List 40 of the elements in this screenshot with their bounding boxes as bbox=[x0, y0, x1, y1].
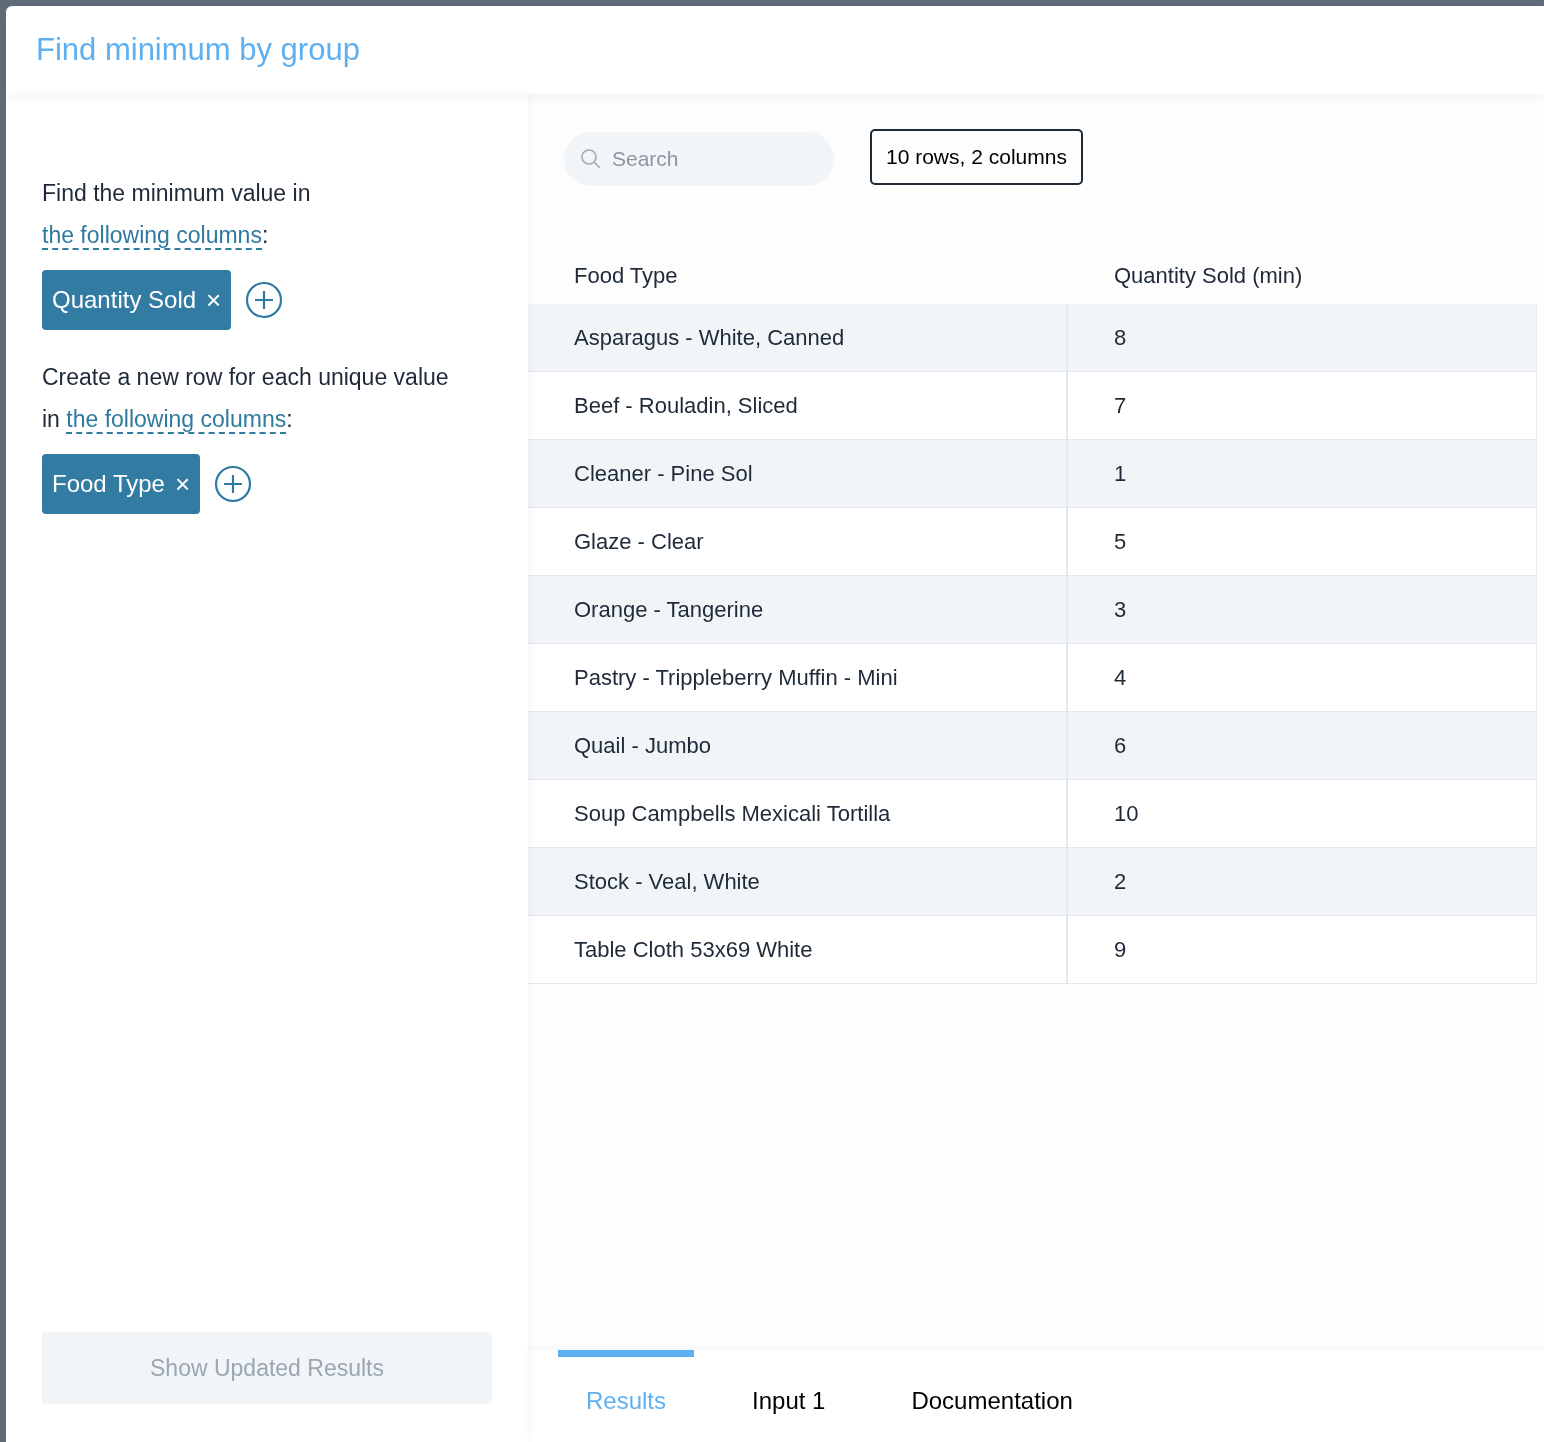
chip-label: Quantity Sold bbox=[52, 285, 197, 315]
table-cell-text: Pastry - Trippleberry Muffin - Mini bbox=[574, 664, 898, 692]
chip-label: Food Type bbox=[52, 469, 165, 499]
instruction-text: Create a new row for each unique value in the following columns: bbox=[42, 363, 450, 436]
columns-link[interactable]: the following columns bbox=[66, 406, 287, 434]
remove-chip-button[interactable]: × bbox=[206, 280, 222, 320]
column-chip[interactable]: Quantity Sold × bbox=[42, 270, 232, 330]
table-cell-text: Table Cloth 53x69 White bbox=[574, 936, 813, 964]
table-cell-text: Stock - Veal, White bbox=[574, 868, 760, 896]
table-cell-text: Cleaner - Pine Sol bbox=[574, 460, 753, 488]
table-cell-text: 7 bbox=[1114, 392, 1127, 420]
table-cell-text: Soup Campbells Mexicali Tortilla bbox=[574, 800, 891, 828]
table-cell-text: 2 bbox=[1114, 868, 1127, 896]
columns-link[interactable]: the following columns bbox=[42, 222, 262, 250]
view-tab[interactable]: Documentation bbox=[883, 1350, 1101, 1442]
column-header: Quantity Sold (min) bbox=[1114, 262, 1303, 288]
column-chip[interactable]: Food Type × bbox=[42, 454, 201, 514]
table-cell-text: Asparagus - White, Canned bbox=[574, 324, 845, 352]
column-header: Food Type bbox=[574, 262, 678, 288]
table-summary: 10 rows, 2 columns bbox=[870, 129, 1083, 185]
add-icon[interactable] bbox=[245, 281, 284, 319]
table-cell-text: 10 bbox=[1114, 800, 1139, 828]
table-cell-text: 1 bbox=[1114, 460, 1127, 488]
view-tab[interactable]: Input 1 bbox=[724, 1350, 854, 1442]
instruction-text: Find the minimum value in the following columns: bbox=[42, 179, 312, 252]
table-cell-text: 4 bbox=[1114, 664, 1127, 692]
table-cell-text: Quail - Jumbo bbox=[574, 732, 711, 760]
search-field[interactable]: Search bbox=[564, 132, 834, 186]
table-cell-text: 6 bbox=[1114, 732, 1127, 760]
add-icon[interactable] bbox=[214, 465, 253, 503]
table-cell-text: 5 bbox=[1114, 528, 1127, 556]
table-cell-text: Beef - Rouladin, Sliced bbox=[574, 392, 798, 420]
table-cell-text: 8 bbox=[1114, 324, 1127, 352]
table-cell-text: 3 bbox=[1114, 596, 1127, 624]
remove-chip-button[interactable]: × bbox=[174, 464, 191, 504]
table-cell-text: Orange - Tangerine bbox=[574, 596, 764, 624]
dialog-title: Find minimum by group bbox=[36, 30, 360, 69]
table-cell-text: Glaze - Clear bbox=[574, 528, 704, 556]
view-tab[interactable]: Results bbox=[558, 1350, 695, 1442]
table-cell-text: 9 bbox=[1114, 936, 1127, 964]
